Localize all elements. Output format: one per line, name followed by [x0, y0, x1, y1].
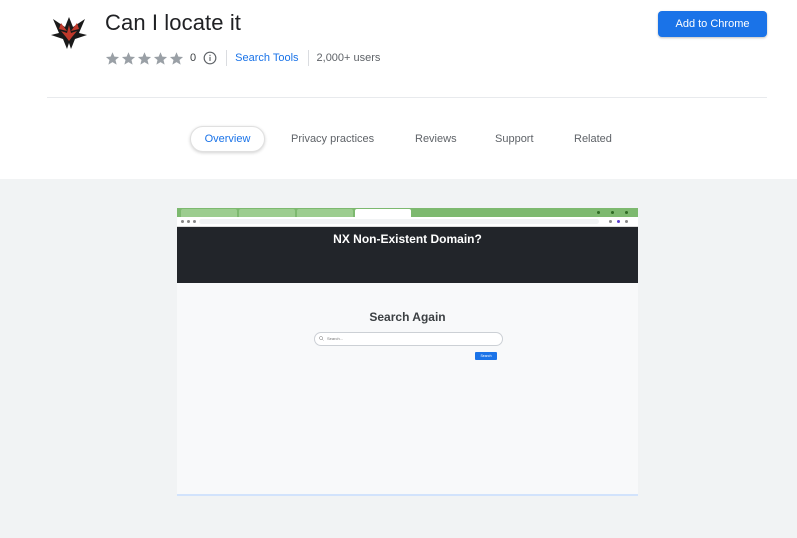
- mock-banner-title: NX Non-Existent Domain?: [333, 232, 482, 246]
- tab-reviews[interactable]: Reviews: [415, 126, 457, 152]
- mock-error-banner: NX Non-Existent Domain?: [177, 227, 638, 283]
- tab-overview[interactable]: Overview: [190, 126, 265, 152]
- star-icon: [137, 51, 152, 65]
- search-icon: [319, 336, 324, 341]
- tab-privacy-practices[interactable]: Privacy practices: [291, 126, 374, 152]
- mock-profile-icon: [617, 220, 620, 223]
- mock-browser-tab: [181, 209, 237, 217]
- mock-search-button: Search: [475, 352, 497, 360]
- meta-separator: [307, 50, 309, 66]
- mock-browser-tab: [297, 209, 353, 217]
- rating-count: 0: [190, 52, 197, 64]
- rating-stars[interactable]: [105, 51, 184, 66]
- star-icon: [169, 51, 184, 65]
- star-icon: [121, 51, 136, 65]
- mock-minimize-icon: [597, 211, 600, 214]
- category-link[interactable]: Search Tools: [235, 52, 298, 64]
- tab-support[interactable]: Support: [495, 126, 534, 152]
- mock-search-input: [327, 334, 487, 343]
- mock-browser-tabbar: [177, 208, 638, 217]
- mock-close-icon: [625, 211, 628, 214]
- tab-related[interactable]: Related: [574, 126, 612, 152]
- extension-header: Can I locate it 0 Search Tools 2,000+ us…: [0, 0, 797, 98]
- extension-meta: 0 Search Tools 2,000+ users: [105, 49, 380, 67]
- mock-search-again-title: Search Again: [369, 310, 446, 324]
- mock-menu-icon: [625, 220, 628, 223]
- extension-title: Can I locate it: [105, 10, 242, 35]
- mock-url-field: [199, 219, 599, 224]
- screenshot-gallery: NX Non-Existent Domain? Search Again Sea…: [0, 179, 797, 538]
- mock-maximize-icon: [611, 211, 614, 214]
- mock-address-bar: [177, 217, 638, 227]
- mock-search-box: [314, 332, 503, 346]
- header-divider: [47, 97, 767, 98]
- mock-back-icon: [181, 220, 184, 223]
- star-icon: [153, 51, 168, 65]
- screenshot-bottom-edge: [177, 494, 638, 496]
- mock-extension-icon: [609, 220, 612, 223]
- meta-separator: [226, 50, 228, 66]
- mock-forward-icon: [187, 220, 190, 223]
- user-count: 2,000+ users: [316, 52, 381, 64]
- extension-screenshot[interactable]: NX Non-Existent Domain? Search Again Sea…: [177, 208, 638, 496]
- mock-reload-icon: [193, 220, 196, 223]
- add-to-chrome-button[interactable]: Add to Chrome: [658, 11, 767, 37]
- star-icon: [105, 51, 120, 65]
- mock-browser-tab-active: [355, 209, 411, 217]
- extension-logo: [47, 11, 91, 55]
- mock-browser-tab: [239, 209, 295, 217]
- detail-tabs: Overview Privacy practices Reviews Suppo…: [0, 126, 797, 152]
- phoenix-logo-icon: [51, 17, 87, 49]
- info-icon[interactable]: [203, 51, 217, 65]
